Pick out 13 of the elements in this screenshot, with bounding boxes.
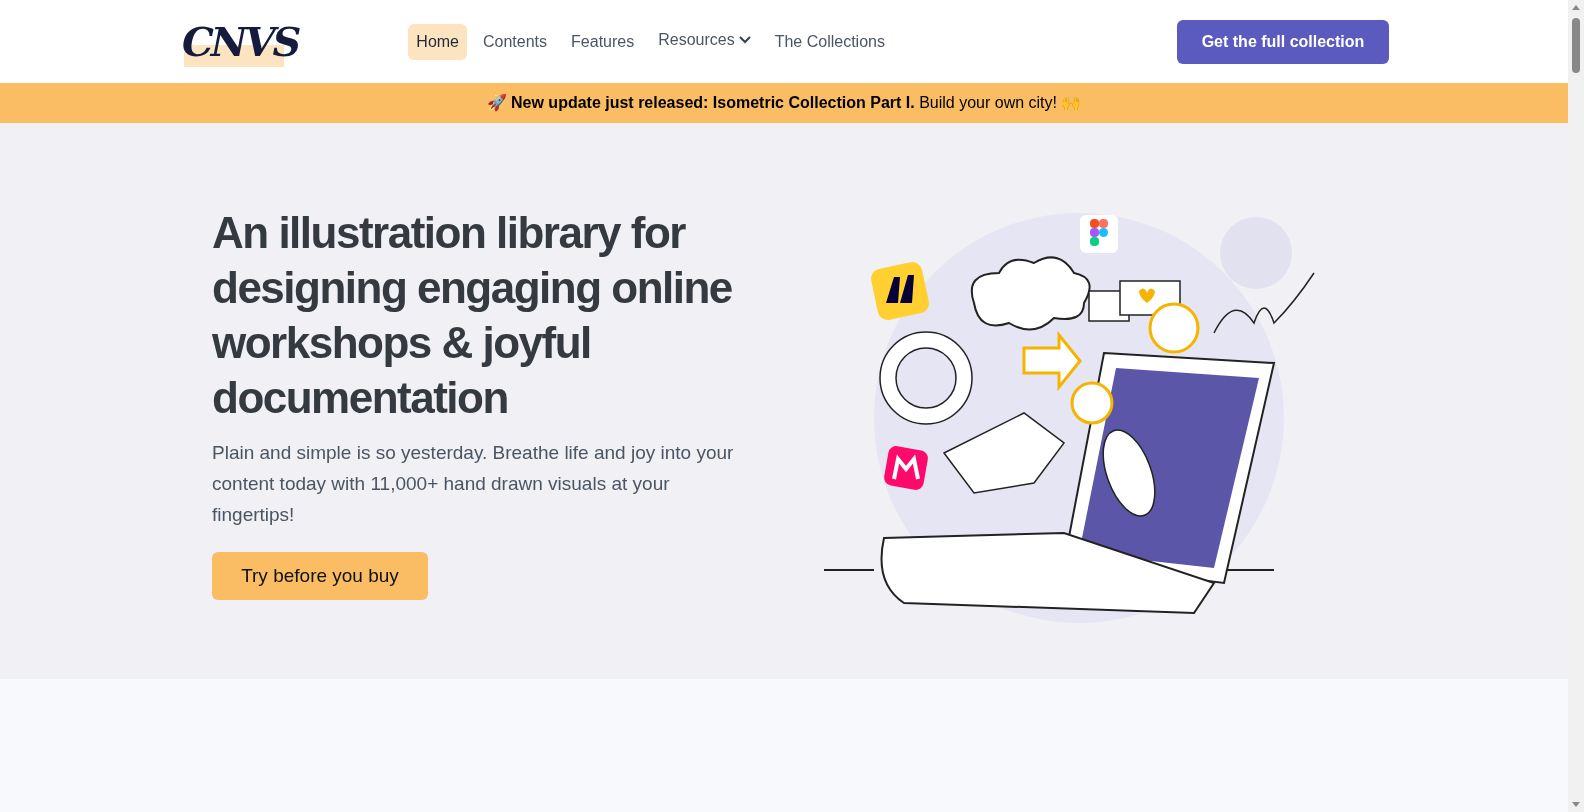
chevron-down-icon bbox=[738, 36, 751, 44]
scrollbar[interactable] bbox=[1568, 0, 1584, 812]
logo[interactable]: CNVS bbox=[182, 16, 303, 67]
try-button[interactable]: Try before you buy bbox=[212, 552, 428, 600]
announcement-text: 🚀 New update just released: Isometric Collection Part I. Build your own city! 🙌 bbox=[486, 93, 1082, 113]
hero-subtitle: Plain and simple is so yesterday. Breathe life and joy into your content today with 11,000+ hand drawn visuals at your fingertips! bbox=[212, 441, 735, 527]
get-collection-button[interactable]: Get the full collection bbox=[1177, 19, 1389, 64]
nav-link[interactable]: The Collections bbox=[766, 23, 893, 60]
nav-link[interactable]: Contents bbox=[475, 23, 556, 60]
hero-title: An illustration library for designing engaging online workshops & joyful documentation bbox=[212, 207, 733, 424]
nav-link[interactable]: Home bbox=[408, 23, 467, 60]
nav-link[interactable]: Features bbox=[563, 23, 643, 60]
nav-dropdown[interactable]: Resources bbox=[650, 24, 759, 56]
